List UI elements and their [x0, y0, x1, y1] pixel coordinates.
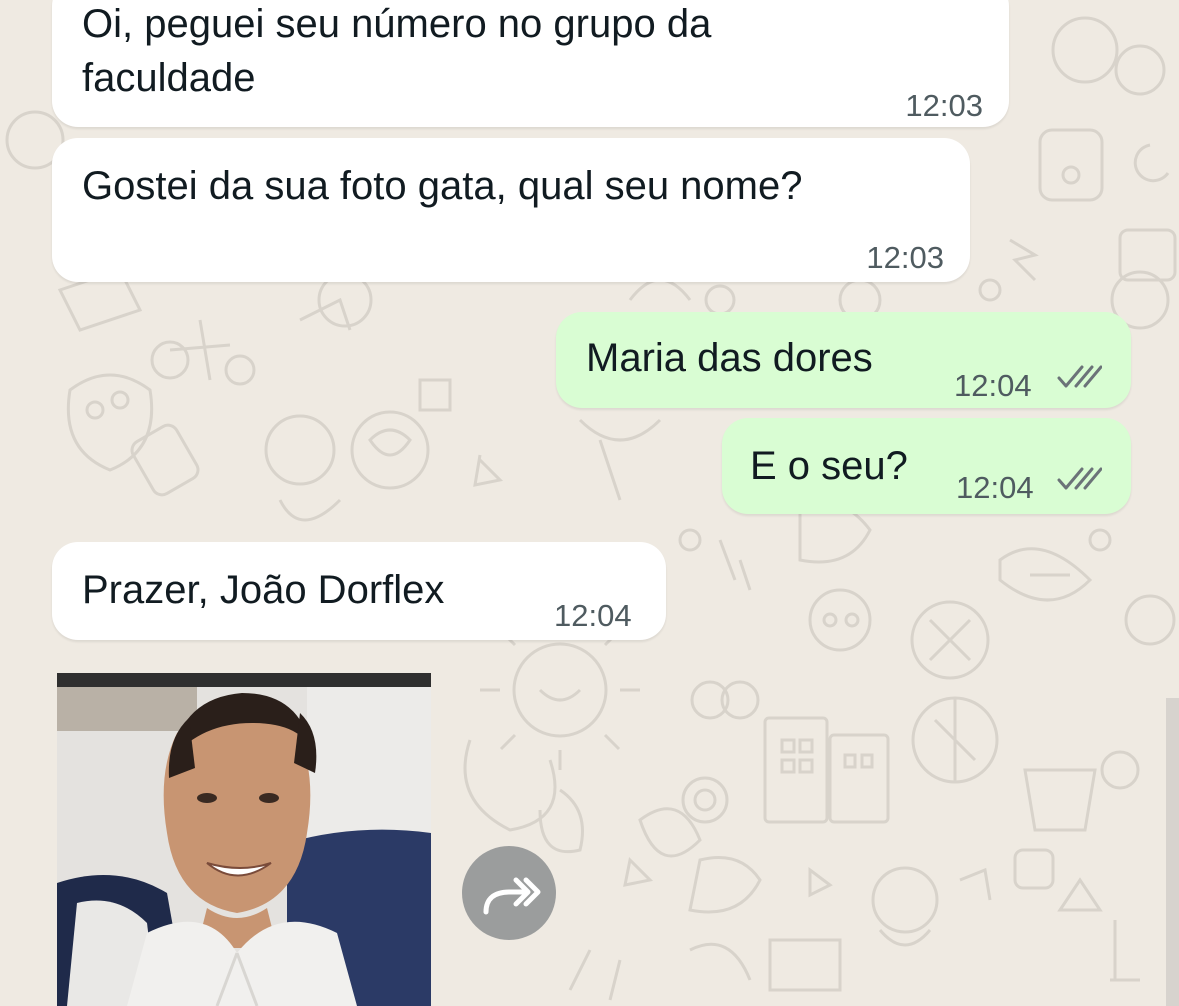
message-bubble-incoming[interactable]: Gostei da sua foto gata, qual seu nome? …	[52, 138, 970, 282]
message-text: Maria das dores	[586, 336, 873, 380]
forward-arrow-icon	[483, 877, 541, 915]
message-text: E o seu?	[750, 444, 908, 488]
message-time: 12:04	[554, 598, 632, 633]
selfie-photo	[57, 673, 431, 1006]
message-text: faculdade	[82, 56, 256, 100]
message-bubble-incoming[interactable]: Oi, peguei seu número no grupo da faculd…	[52, 0, 1009, 127]
message-time: 12:04	[956, 470, 1034, 505]
message-time: 12:04	[954, 368, 1032, 403]
double-check-icon	[1057, 365, 1102, 388]
chat-area: Oi, peguei seu número no grupo da faculd…	[0, 0, 1179, 1006]
image-message-photo[interactable]	[57, 673, 431, 1006]
message-time: 12:03	[866, 240, 944, 275]
double-check-icon	[1057, 467, 1102, 490]
scrollbar-track[interactable]	[1166, 698, 1179, 1006]
message-bubble-incoming[interactable]: Prazer, João Dorflex 12:04	[52, 542, 666, 640]
forward-button[interactable]	[462, 846, 556, 940]
message-text: Gostei da sua foto gata, qual seu nome?	[82, 164, 803, 208]
message-bubble-outgoing[interactable]: Maria das dores 12:04	[556, 312, 1131, 408]
message-text: Prazer, João Dorflex	[82, 568, 445, 612]
message-bubble-outgoing[interactable]: E o seu? 12:04	[722, 418, 1131, 514]
message-text: Oi, peguei seu número no grupo da	[82, 2, 712, 46]
message-time: 12:03	[905, 88, 983, 123]
